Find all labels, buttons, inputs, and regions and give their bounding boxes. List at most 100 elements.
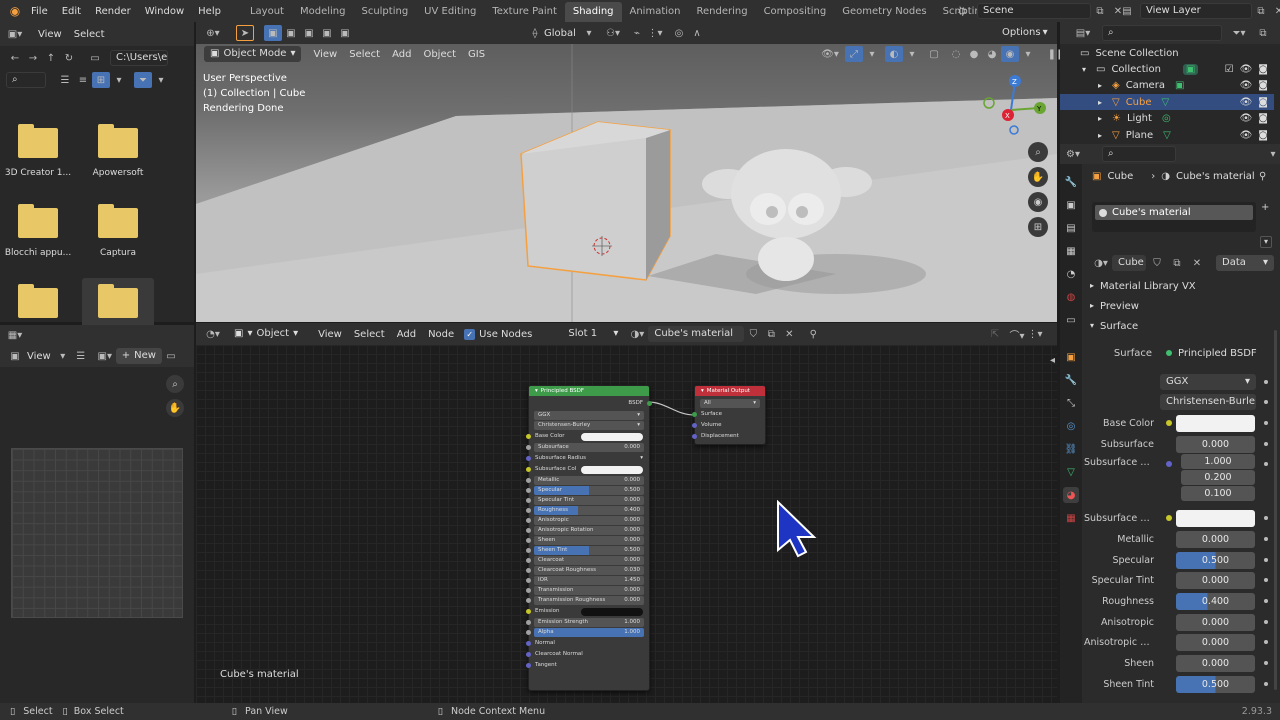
keyframe-dot-icon[interactable]	[1264, 537, 1268, 541]
input-socket[interactable]	[526, 445, 531, 450]
keyframe-dot-icon[interactable]	[1264, 640, 1268, 644]
output-input-displacement[interactable]: Displacement	[692, 431, 765, 442]
panel-surface[interactable]: ▾ Surface	[1090, 321, 1138, 332]
pin-icon[interactable]: ⚲	[1259, 171, 1266, 182]
socket-dot[interactable]	[1166, 420, 1172, 426]
expand-arrow-icon[interactable]: ▾	[1082, 65, 1092, 74]
list-vertical-icon[interactable]: ☰	[56, 72, 74, 88]
input-socket[interactable]	[526, 663, 531, 668]
prop-value[interactable]: 0.000	[1176, 572, 1255, 589]
prop-value[interactable]: 0.000	[1176, 655, 1255, 672]
unlink-material-icon[interactable]: ✕	[1188, 255, 1206, 271]
outliner-item-plane[interactable]: ▸ ▽ Plane ▽ 👁 ◙	[1060, 127, 1274, 143]
node-input-anisotropic[interactable]: Anisotropic 0.000	[526, 516, 644, 525]
input-socket[interactable]	[692, 423, 697, 428]
tab-modeling[interactable]: Modeling	[292, 2, 354, 22]
keyframe-dot-icon[interactable]	[1264, 421, 1268, 425]
node-input-subsurface-col[interactable]: Subsurface Col	[526, 464, 649, 475]
input-socket[interactable]	[526, 609, 531, 614]
menu-window[interactable]: Window	[138, 6, 191, 17]
overlay-toggle-icon[interactable]: ◐	[885, 46, 903, 62]
folder-item[interactable]: 3D Creator 1...	[2, 118, 74, 198]
node-input-base-color[interactable]: Base Color	[526, 431, 649, 442]
scene-tab-icon[interactable]: ◔	[1063, 266, 1079, 282]
filter-icon[interactable]: ⏷▾	[1230, 25, 1248, 41]
color-swatch[interactable]	[1176, 510, 1255, 527]
material-slot-list[interactable]: Cube's material	[1092, 202, 1256, 232]
view-layer-tab-icon[interactable]: ▦	[1063, 243, 1079, 259]
keyframe-dot-icon[interactable]	[1264, 442, 1268, 446]
menu-render[interactable]: Render	[88, 6, 138, 17]
solid-shading-icon[interactable]: ●	[965, 46, 983, 62]
outliner-item-camera[interactable]: ▸ ◈ Camera ▣ 👁 ◙	[1060, 78, 1274, 94]
light-data-icon[interactable]: ◎	[1162, 113, 1171, 124]
input-socket[interactable]	[526, 508, 531, 513]
tab-rendering[interactable]: Rendering	[688, 2, 755, 22]
input-socket[interactable]	[526, 630, 531, 635]
node-input-clearcoat[interactable]: Clearcoat 0.000	[526, 556, 644, 565]
node-editor-type-icon[interactable]: ◔▾	[204, 326, 222, 342]
input-socket[interactable]	[526, 434, 531, 439]
tab-texture-paint[interactable]: Texture Paint	[484, 2, 565, 22]
viewport-editor-type-icon[interactable]: ⊕▾	[204, 25, 222, 41]
xray-icon[interactable]: ▢	[925, 46, 943, 62]
image-browse-icon[interactable]: ▣▾	[96, 348, 114, 364]
pin-icon[interactable]: ⚲	[804, 326, 822, 342]
snap-node-icon[interactable]: ⌒▾	[1008, 326, 1026, 342]
bsdf-output-socket[interactable]	[647, 401, 652, 406]
modifier-tab-icon[interactable]: 🔧	[1063, 372, 1079, 388]
tab-geometry-nodes[interactable]: Geometry Nodes	[834, 2, 934, 22]
material-shading-icon[interactable]: ◕	[983, 46, 1001, 62]
menu-help[interactable]: Help	[191, 6, 228, 17]
data-tab-icon[interactable]: ▽	[1063, 464, 1079, 480]
tab-uv-editing[interactable]: UV Editing	[416, 2, 484, 22]
options-dropdown[interactable]: Options ▾	[996, 25, 1054, 41]
chevron-down-icon[interactable]: ▾	[640, 453, 643, 464]
select-tool-icon[interactable]: ➤	[236, 25, 254, 41]
link-dropdown[interactable]: Data ▾	[1216, 255, 1274, 271]
menu-file[interactable]: File	[24, 6, 55, 17]
rendered-shading-icon[interactable]: ◉	[1001, 46, 1019, 62]
parent-dir-icon[interactable]: ↑	[42, 50, 60, 66]
output-target-dropdown[interactable]: All ▾	[700, 399, 760, 408]
input-socket[interactable]	[526, 620, 531, 625]
distribution-dropdown[interactable]: GGX ▾	[534, 411, 644, 420]
view-layer-icon[interactable]: ▤	[1118, 3, 1136, 19]
input-socket[interactable]	[526, 528, 531, 533]
shader-type-dropdown[interactable]: ▣ ▾ Object ▾	[228, 326, 304, 342]
tool-tab-icon[interactable]: 🔧	[1063, 174, 1079, 190]
prop-value[interactable]: 0.000	[1176, 614, 1255, 631]
expand-arrow-icon[interactable]: ▸	[1098, 98, 1108, 107]
color-swatch[interactable]	[581, 465, 643, 474]
delete-view-layer-icon[interactable]: ✕	[1270, 3, 1280, 19]
visibility-eye-icon[interactable]: 👁	[1240, 97, 1253, 108]
menu-edit[interactable]: Edit	[55, 6, 88, 17]
pan-hand-icon[interactable]: ✋	[166, 399, 184, 417]
input-socket[interactable]	[526, 578, 531, 583]
unlink-material-icon[interactable]: ✕	[780, 326, 798, 342]
render-camera-icon[interactable]: ◙	[1258, 113, 1268, 124]
checkbox-checked-icon[interactable]: ✓	[464, 328, 476, 340]
output-input-surface[interactable]: Surface	[692, 409, 765, 420]
outliner-item-cube[interactable]: ▸ ▽ Cube ▽ 👁 ◙	[1060, 94, 1274, 111]
proportional-edit-icon[interactable]: ◎	[670, 25, 688, 41]
navigation-gizmo[interactable]: Z Y X	[976, 70, 1046, 140]
node-input-clearcoat-roughness[interactable]: Clearcoat Roughness 0.030	[526, 566, 644, 575]
node-scrollbar-icon[interactable]: ◂	[1050, 355, 1055, 366]
world-tab-icon[interactable]: ◍	[1063, 289, 1079, 305]
select-subtract-icon[interactable]: ▣	[300, 25, 318, 41]
render-camera-icon[interactable]: ◙	[1258, 130, 1268, 141]
panel-preview[interactable]: ▸ Preview	[1090, 301, 1139, 312]
input-socket[interactable]	[526, 558, 531, 563]
camera-data-icon[interactable]: ▣	[1175, 80, 1184, 91]
visibility-eye-icon[interactable]: 👁▾	[821, 46, 839, 62]
prop-value[interactable]: 0.500	[1176, 676, 1255, 693]
material-slot-item[interactable]: Cube's material	[1095, 205, 1253, 220]
input-socket[interactable]	[526, 478, 531, 483]
chevron-down-icon[interactable]: ▾	[1266, 146, 1280, 162]
use-nodes-checkbox[interactable]: ✓ Use Nodes	[464, 328, 532, 340]
material-browse-icon[interactable]: ◑▾	[628, 326, 646, 342]
input-socket[interactable]	[526, 538, 531, 543]
outliner-item-collection[interactable]: ▾ ▭ Collection ▣ ☑ 👁 ◙	[1060, 61, 1274, 77]
select-invert-icon[interactable]: ▣	[318, 25, 336, 41]
